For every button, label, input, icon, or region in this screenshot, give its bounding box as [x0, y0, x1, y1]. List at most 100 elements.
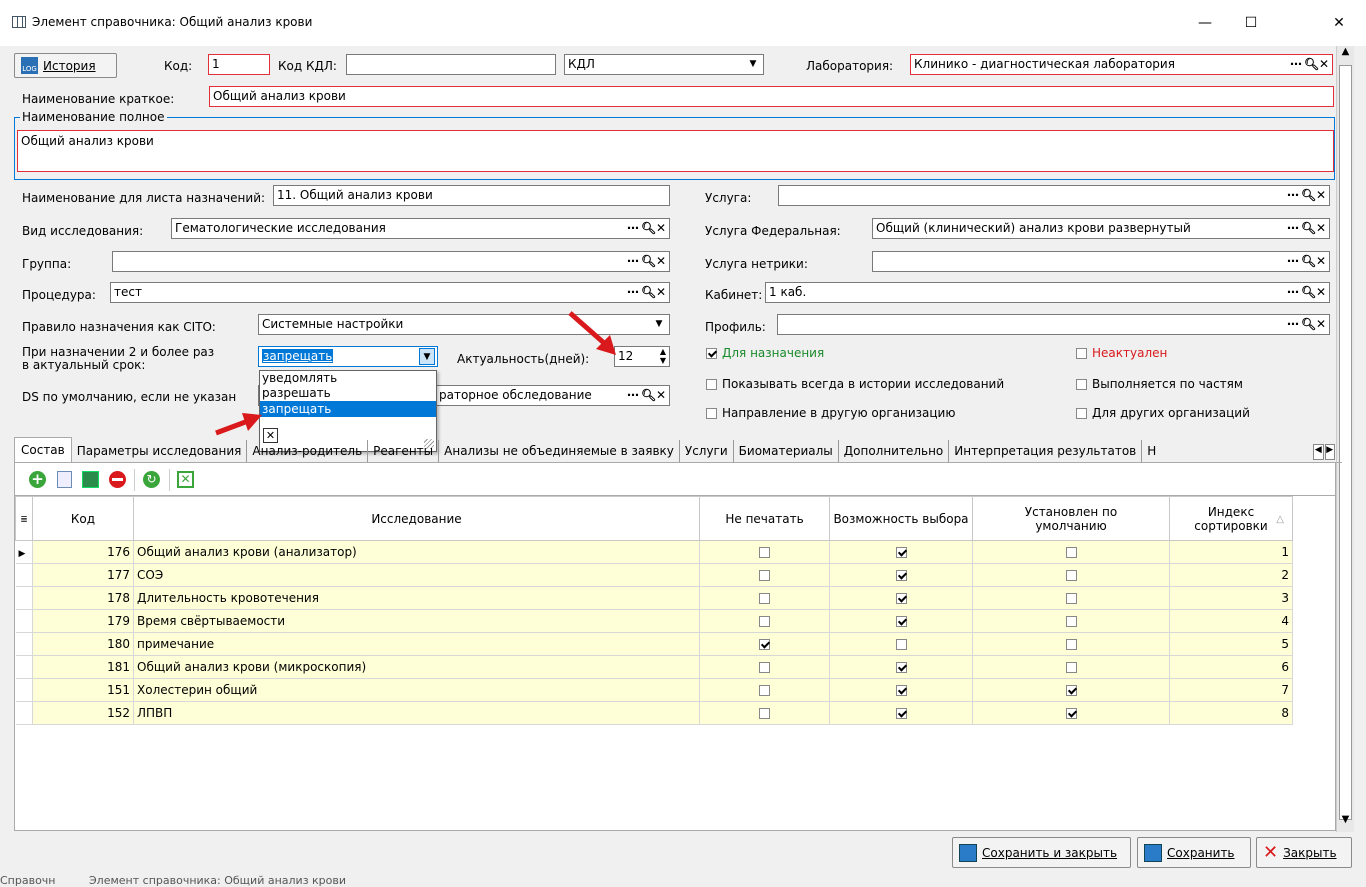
- table-row[interactable]: 181 Общий анализ крови (микроскопия) 6: [15, 655, 1293, 679]
- row-indicator[interactable]: [15, 678, 33, 702]
- more-icon[interactable]: ⋯: [1287, 316, 1299, 333]
- col-default[interactable]: Установлен по умолчанию: [972, 496, 1170, 541]
- cabinet-field[interactable]: 1 каб. ⋯ 🔍︎ ✕: [765, 282, 1330, 303]
- cell-code[interactable]: 151: [32, 678, 134, 702]
- cell-choice[interactable]: [829, 586, 973, 610]
- checkbox[interactable]: [759, 662, 770, 673]
- row-indicator[interactable]: [15, 701, 33, 725]
- search-icon[interactable]: 🔍︎: [1301, 220, 1316, 237]
- close-window-button[interactable]: ✕: [1316, 10, 1362, 36]
- row-indicator[interactable]: [15, 609, 33, 633]
- cell-sort-index[interactable]: 8: [1169, 701, 1293, 725]
- cell-default[interactable]: [972, 655, 1170, 679]
- cb-parts[interactable]: Выполняется по частям: [1076, 377, 1243, 391]
- search-icon[interactable]: 🔍︎: [1301, 284, 1316, 301]
- cell-choice[interactable]: [829, 655, 973, 679]
- checkbox[interactable]: [895, 685, 907, 696]
- cell-research[interactable]: Общий анализ крови (микроскопия): [133, 655, 700, 679]
- usluga-field[interactable]: ⋯ 🔍︎ ✕: [778, 185, 1330, 206]
- col-sort-index[interactable]: Индекс сортировки △: [1169, 496, 1293, 541]
- checkbox[interactable]: [1065, 616, 1077, 627]
- cb-neaktual[interactable]: Неактуален: [1076, 346, 1167, 360]
- tab-sostav[interactable]: Состав: [14, 437, 72, 462]
- close-button[interactable]: ✕ Закрыть: [1256, 837, 1352, 868]
- lab-field[interactable]: Клинико - диагностическая лаборатория ⋯ 🔍…: [910, 54, 1333, 75]
- checkbox[interactable]: [895, 639, 907, 650]
- checkbox[interactable]: [895, 708, 907, 719]
- cell-research[interactable]: Холестерин общий: [133, 678, 700, 702]
- clear-icon[interactable]: ✕: [655, 220, 667, 237]
- table-row[interactable]: 151 Холестерин общий 7: [15, 678, 1293, 702]
- refresh-icon[interactable]: ↻: [143, 471, 160, 488]
- cell-no-print[interactable]: [699, 540, 830, 564]
- cell-code[interactable]: 180: [32, 632, 134, 656]
- tab-more[interactable]: Н: [1142, 440, 1156, 462]
- cell-sort-index[interactable]: 2: [1169, 563, 1293, 587]
- checkbox[interactable]: [895, 570, 907, 581]
- checkbox[interactable]: [895, 662, 907, 673]
- cb-show-always[interactable]: Показывать всегда в истории исследований: [706, 377, 1004, 391]
- delete-icon[interactable]: [109, 471, 126, 488]
- checkbox[interactable]: [1065, 593, 1077, 604]
- tab-params[interactable]: Параметры исследования: [72, 440, 248, 462]
- search-icon[interactable]: 🔍︎: [1301, 187, 1316, 204]
- checkbox[interactable]: [1076, 378, 1087, 390]
- usluga-fed-field[interactable]: Общий (клинический) анализ крови разверн…: [872, 218, 1330, 239]
- cell-code[interactable]: 176: [32, 540, 134, 564]
- cb-other-orgs[interactable]: Для других организаций: [1076, 406, 1250, 420]
- columns-icon[interactable]: ≣: [20, 515, 28, 525]
- row-indicator[interactable]: [15, 586, 33, 610]
- more-icon[interactable]: ⋯: [1287, 220, 1299, 237]
- checkbox[interactable]: [1065, 639, 1077, 650]
- dropdown-option-allow[interactable]: разрешать: [260, 386, 436, 401]
- more-icon[interactable]: ⋯: [627, 253, 639, 270]
- cell-sort-index[interactable]: 7: [1169, 678, 1293, 702]
- clear-icon[interactable]: ✕: [655, 387, 667, 404]
- checkbox[interactable]: [759, 639, 770, 650]
- col-choice[interactable]: Возможность выбора: [829, 496, 973, 541]
- clear-icon[interactable]: ✕: [1318, 56, 1330, 73]
- cell-code[interactable]: 152: [32, 701, 134, 725]
- checkbox[interactable]: [895, 593, 907, 604]
- cell-research[interactable]: Общий анализ крови (анализатор): [133, 540, 700, 564]
- table-row[interactable]: 177 СОЭ 2: [15, 563, 1293, 587]
- search-icon[interactable]: 🔍︎: [641, 220, 656, 237]
- cb-direction[interactable]: Направление в другую организацию: [706, 406, 955, 420]
- cell-no-print[interactable]: [699, 586, 830, 610]
- cell-default[interactable]: [972, 563, 1170, 587]
- cell-sort-index[interactable]: 3: [1169, 586, 1293, 610]
- cell-default[interactable]: [972, 632, 1170, 656]
- cell-choice[interactable]: [829, 701, 973, 725]
- checkbox[interactable]: [706, 378, 717, 390]
- checkbox[interactable]: [895, 616, 907, 627]
- minimize-button[interactable]: —: [1182, 10, 1228, 36]
- row-indicator[interactable]: ▶: [15, 540, 33, 564]
- table-row[interactable]: 180 примечание 5: [15, 632, 1293, 656]
- search-icon[interactable]: 🔍︎: [641, 253, 656, 270]
- checkbox[interactable]: [759, 685, 770, 696]
- checkbox[interactable]: [1076, 347, 1087, 359]
- table-row[interactable]: 152 ЛПВП 8: [15, 701, 1293, 725]
- checkbox[interactable]: [759, 547, 770, 558]
- kdl-select[interactable]: КДЛ ▼: [564, 54, 764, 75]
- cell-default[interactable]: [972, 701, 1170, 725]
- profile-field[interactable]: ⋯ 🔍︎ ✕: [777, 314, 1330, 335]
- save-icon[interactable]: [82, 471, 99, 488]
- more-icon[interactable]: ⋯: [1287, 187, 1299, 204]
- tab-services[interactable]: Услуги: [680, 440, 734, 462]
- short-name-field[interactable]: Общий анализ крови: [209, 86, 1334, 107]
- checkbox[interactable]: [1065, 547, 1077, 558]
- more-icon[interactable]: ⋯: [627, 220, 639, 237]
- checkbox[interactable]: [706, 407, 717, 419]
- spinner-arrows-icon[interactable]: ▲ ▼: [660, 347, 666, 365]
- cell-sort-index[interactable]: 4: [1169, 609, 1293, 633]
- chevron-right-icon[interactable]: ▶: [1324, 444, 1335, 460]
- row-indicator[interactable]: [15, 563, 33, 587]
- cell-choice[interactable]: [829, 540, 973, 564]
- tab-interpretation[interactable]: Интерпретация результатов: [949, 440, 1143, 462]
- clear-icon[interactable]: ✕: [1315, 284, 1327, 301]
- repeat-select[interactable]: запрещать ▼: [258, 346, 438, 367]
- clear-icon[interactable]: ✕: [655, 253, 667, 270]
- search-icon[interactable]: 🔍︎: [641, 284, 656, 301]
- col-no-print[interactable]: Не печатать: [699, 496, 830, 541]
